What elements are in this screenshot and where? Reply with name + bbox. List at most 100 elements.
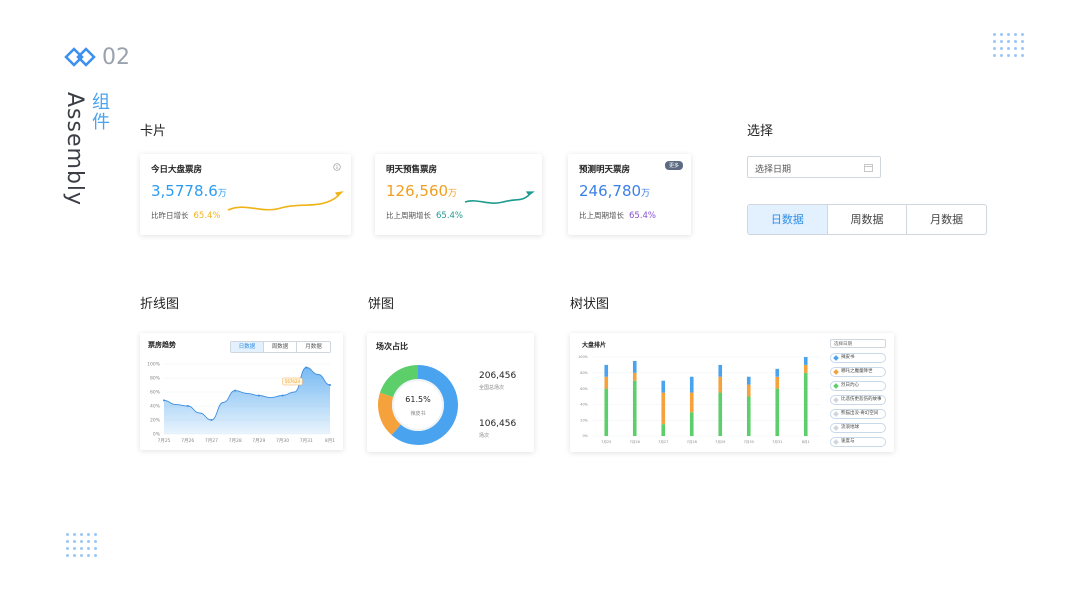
x-tick-label: 7月29: [252, 438, 265, 444]
card-growth-label: 比昨日增长: [151, 211, 189, 220]
decor-dot: [94, 540, 97, 543]
decor-dot: [993, 47, 996, 50]
bar-segment: [689, 392, 694, 413]
x-tick-label: 7月31: [772, 439, 782, 444]
bar-segment: [746, 376, 751, 385]
segment-day[interactable]: 日数据: [748, 205, 828, 234]
pie-card-title: 场次占比: [376, 342, 408, 351]
y-tick-label: 60%: [580, 387, 588, 391]
x-tick-label: 8月1: [802, 439, 810, 444]
decor-dot: [1007, 54, 1010, 57]
title-cn: 组件: [89, 92, 110, 132]
bar-segment: [775, 388, 780, 436]
card-value: 3,5778.6: [151, 182, 218, 200]
decor-dot: [993, 33, 996, 36]
area-fill: [164, 367, 330, 434]
legend-tag[interactable]: 比悲伤更悲伤的故事: [830, 395, 886, 405]
segment-week[interactable]: 周数据: [828, 205, 908, 234]
decor-dot: [1021, 40, 1024, 43]
x-tick-label: 7月28: [687, 439, 697, 444]
decor-dot: [1014, 54, 1017, 57]
title-en: Assembly: [62, 92, 87, 207]
decor-dot: [94, 554, 97, 557]
bar-segment: [803, 364, 808, 373]
decor-dot: [80, 547, 83, 550]
section-bar-title: 树状图: [570, 297, 610, 312]
legend-label: 熊猫出没·奇幻空间: [841, 411, 879, 416]
decor-dot: [1007, 47, 1010, 50]
card-unit: 万: [641, 189, 651, 199]
x-tick-label: 7月27: [658, 439, 668, 444]
legend-tag[interactable]: 速度与: [830, 437, 886, 447]
legend-tag[interactable]: 哪吒之魔童降世: [830, 367, 886, 377]
x-tick-label: 7月28: [229, 438, 242, 444]
bar-segment: [689, 376, 694, 393]
decor-dot: [1007, 33, 1010, 36]
decor-dot: [1000, 33, 1003, 36]
pie-stat2-value: 106,456: [479, 419, 517, 429]
segment-month[interactable]: 月数据: [907, 205, 986, 234]
bar-chart-card: 大盘排片 选择日期 100% 80% 60% 40% 20% 0% 7月25 7月26 7月27…: [570, 333, 894, 452]
bar-segment: [803, 372, 808, 436]
y-tick-label: 40%: [150, 404, 161, 410]
card-title: 预测明天票房: [579, 165, 631, 175]
decor-dot: [66, 547, 69, 550]
legend-tag[interactable]: 流浪地球: [830, 423, 886, 433]
card-unit: 万: [448, 189, 458, 199]
decor-dot: [66, 554, 69, 557]
more-badge[interactable]: 更多: [664, 161, 683, 170]
legend-tag[interactable]: 烈日灼心: [830, 381, 886, 391]
stacked-bar-chart: 100% 80% 60% 40% 20% 0% 7月25 7月26 7月27 7月28 7月29 7月…: [578, 355, 820, 444]
y-tick-label: 20%: [580, 418, 588, 422]
decor-dot: [73, 547, 76, 550]
card-growth-label: 比上周期增长: [579, 211, 624, 220]
x-tick-label: 7月26: [181, 438, 194, 444]
stat-card-forecast[interactable]: 预测明天票房 更多 246,780万 比上周期增长 65.4%: [568, 154, 691, 235]
data-point: [163, 399, 165, 402]
section-select-title: 选择: [747, 124, 774, 139]
y-tick-label: 20%: [150, 418, 161, 424]
decor-dot: [87, 547, 90, 550]
y-tick-label: 100%: [147, 362, 161, 368]
trend-sparkline: [464, 191, 535, 204]
stat-card-presale[interactable]: 明天预售票房 126,560万 比上周期增长 65.4%: [375, 154, 542, 235]
date-placeholder: 选择日期: [755, 165, 792, 175]
y-tick-label: 0%: [153, 432, 161, 438]
trend-sparkline: [227, 191, 344, 211]
date-picker-input[interactable]: 选择日期: [747, 156, 881, 178]
card-growth-label: 比上周期增长: [386, 211, 431, 220]
legend-label: 流浪地球: [841, 425, 859, 430]
card-value-wrap: 3,5778.6万: [151, 182, 227, 200]
decor-dot: [993, 40, 996, 43]
decor-dot: [73, 540, 76, 543]
bar-segment: [661, 424, 666, 436]
card-value-wrap: 246,780万: [579, 182, 650, 200]
y-tick-label: 60%: [150, 390, 161, 396]
y-tick-label: 80%: [150, 376, 161, 382]
bar-segment: [604, 388, 609, 436]
bar-segment: [718, 392, 723, 436]
pie-stat1-value: 206,456: [479, 371, 517, 381]
bar-segment: [746, 396, 751, 436]
legend-diamond-icon: [833, 369, 839, 375]
bar-segment: [775, 368, 780, 377]
x-tick-label: 7月25: [601, 439, 611, 444]
bar-segment: [746, 384, 751, 397]
bar-segment: [661, 380, 666, 393]
section-number: 02: [102, 45, 130, 70]
card-value-wrap: 126,560万: [386, 182, 457, 200]
bar-segment: [718, 364, 723, 377]
legend-tag[interactable]: 辣皮书: [830, 353, 886, 363]
stat-card-today[interactable]: 今日大盘票房 3,5778.6万 比昨日增长 65.4%: [140, 154, 351, 235]
legend-diamond-icon: [833, 397, 839, 403]
legend-label: 烈日灼心: [841, 383, 859, 388]
legend-diamond-icon: [833, 355, 839, 361]
decor-dot: [94, 547, 97, 550]
decor-dot: [73, 533, 76, 536]
legend-tag[interactable]: 熊猫出没·奇幻空间: [830, 409, 886, 419]
legend-label: 速度与: [841, 439, 855, 444]
info-icon[interactable]: [333, 163, 341, 171]
card-growth: 65.4%: [193, 211, 221, 221]
calendar-icon: [864, 164, 873, 172]
bar-segment: [775, 376, 780, 389]
